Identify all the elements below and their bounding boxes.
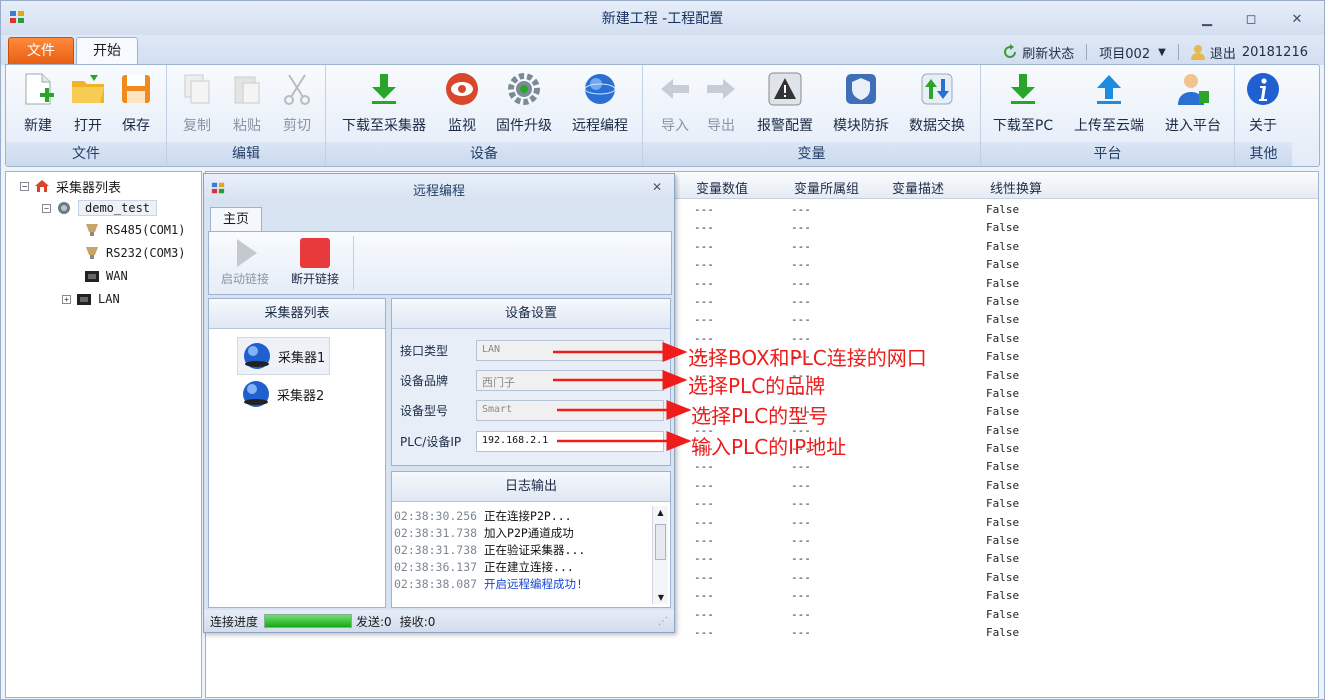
app-window: 新建工程 -工程配置 ▁ ◻ ✕ 文件 开始 刷新状态 项目002 ▼ 退出 2… (0, 0, 1325, 700)
annotation-text: 输入PLC的IP地址 (691, 435, 847, 459)
annotation-text: 选择BOX和PLC连接的网口 (688, 346, 927, 370)
annotation-text: 选择PLC的型号 (691, 404, 829, 428)
annotation-arrows (553, 342, 692, 451)
annotation-text: 选择PLC的品牌 (688, 374, 826, 398)
